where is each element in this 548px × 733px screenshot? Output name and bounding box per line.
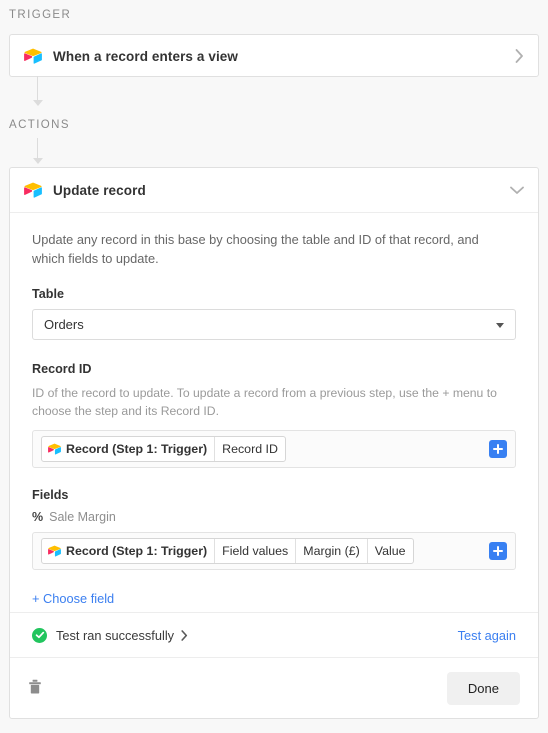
chevron-right-icon[interactable] — [515, 49, 524, 63]
connector-head — [33, 100, 43, 106]
token-margin[interactable]: Margin (£) — [295, 539, 366, 563]
trigger-card[interactable]: When a record enters a view — [9, 34, 539, 77]
done-button[interactable]: Done — [446, 672, 520, 705]
token-field-values[interactable]: Field values — [214, 539, 295, 563]
trigger-title: When a record enters a view — [53, 48, 239, 64]
record-id-token-input[interactable]: Record (Step 1: Trigger) Record ID — [32, 430, 516, 468]
test-status-row: Test ran successfully Test again — [10, 612, 538, 657]
airtable-logo-icon — [48, 545, 61, 557]
actions-section-label: ACTIONS — [9, 119, 70, 131]
check-circle-icon — [32, 627, 47, 643]
percent-icon: % — [32, 510, 44, 524]
fields-token-input[interactable]: Record (Step 1: Trigger) Field values Ma… — [32, 532, 516, 570]
fields-label: Fields — [32, 488, 69, 502]
trigger-card-header[interactable]: When a record enters a view — [10, 35, 538, 77]
action-card-header[interactable]: Update record — [10, 168, 538, 213]
record-id-helper: ID of the record to update. To update a … — [32, 386, 497, 418]
token-group[interactable]: Record (Step 1: Trigger) Field values Ma… — [41, 538, 414, 564]
action-title: Update record — [53, 182, 146, 198]
action-description: Update any record in this base by choosi… — [32, 232, 479, 266]
airtable-logo-icon — [24, 182, 42, 198]
plus-icon[interactable] — [489, 542, 507, 560]
plus-vertical-bar — [497, 444, 499, 454]
connector-arrow-2 — [32, 138, 44, 166]
sale-margin-field-label: % Sale Margin — [32, 510, 516, 524]
automation-editor-panel: TRIGGER When a record enters a view ACTI… — [0, 0, 548, 733]
airtable-logo-icon — [48, 443, 61, 455]
test-again-button[interactable]: Test again — [458, 628, 516, 643]
token-record-step-label: Record (Step 1: Trigger) — [66, 442, 208, 456]
action-body: Update any record in this base by choosi… — [10, 213, 538, 624]
caret-down-icon — [496, 322, 504, 328]
chevron-right-icon[interactable] — [181, 629, 188, 641]
token-record-step-label: Record (Step 1: Trigger) — [66, 544, 208, 558]
test-status-text: Test ran successfully — [56, 627, 175, 643]
record-id-label: Record ID — [32, 362, 92, 376]
trigger-section-label: TRIGGER — [9, 9, 72, 21]
plus-icon[interactable] — [489, 440, 507, 458]
token-record-step[interactable]: Record (Step 1: Trigger) — [42, 437, 214, 461]
connector-stem — [37, 76, 38, 102]
token-record-step[interactable]: Record (Step 1: Trigger) — [42, 539, 214, 563]
chevron-down-icon[interactable] — [510, 186, 524, 195]
trash-icon[interactable] — [28, 679, 48, 699]
connector-stem — [37, 138, 38, 160]
connector-head — [33, 158, 43, 164]
action-footer: Done — [10, 657, 538, 719]
sale-margin-name: Sale Margin — [49, 510, 116, 524]
connector-arrow-1 — [32, 76, 44, 108]
airtable-logo-icon — [24, 48, 42, 64]
token-record-id[interactable]: Record ID — [214, 437, 285, 461]
table-select-value: Orders — [44, 317, 84, 332]
action-card: Update record Update any record in this … — [9, 167, 539, 719]
table-label: Table — [32, 287, 64, 301]
plus-vertical-bar — [497, 546, 499, 556]
token-value[interactable]: Value — [366, 539, 413, 563]
table-select[interactable]: Orders — [32, 309, 516, 340]
choose-field-button[interactable]: + Choose field — [32, 591, 114, 606]
token-group[interactable]: Record (Step 1: Trigger) Record ID — [41, 436, 286, 462]
